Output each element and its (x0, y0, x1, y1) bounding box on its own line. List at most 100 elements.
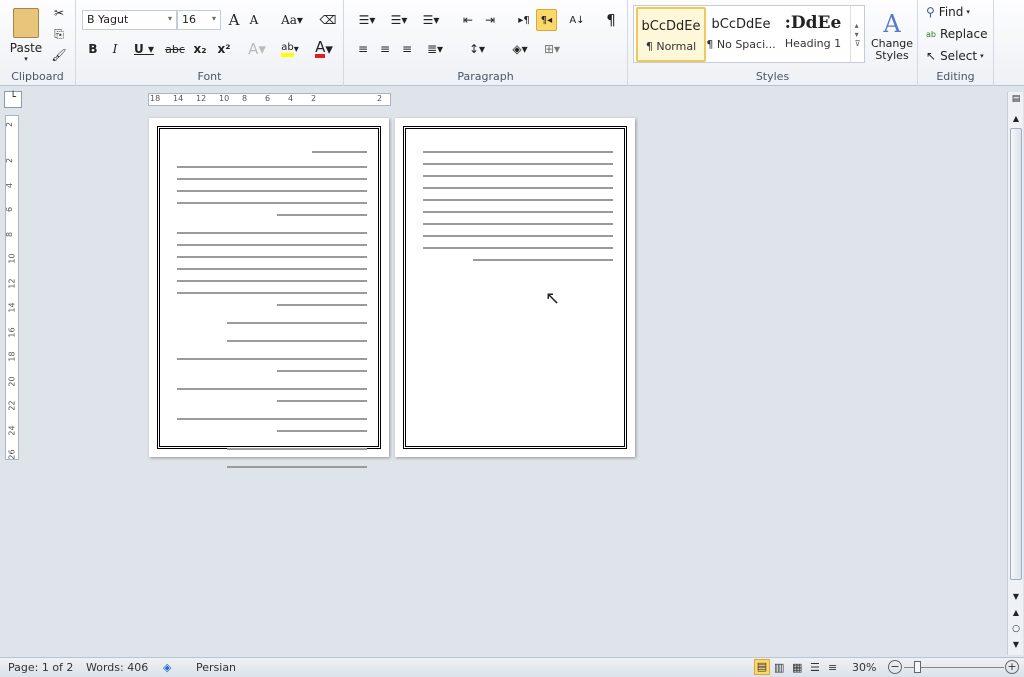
ruler-tick: 4 (5, 182, 15, 188)
ruler-tick: 16 (7, 326, 17, 338)
text-line (227, 466, 367, 468)
italic-icon[interactable]: I (106, 39, 124, 59)
find-button[interactable]: ⚲ Find ▾ (926, 3, 970, 21)
zoom-slider-thumb[interactable] (913, 661, 921, 673)
text-line (423, 223, 613, 225)
styles-scroll[interactable]: ▴ ▾ ⊽ (850, 6, 864, 62)
superscript-icon[interactable]: x² (214, 39, 234, 59)
scroll-down-icon[interactable]: ▼ (1010, 592, 1022, 601)
horizontal-ruler[interactable]: 18 14 12 10 8 6 4 2 2 (148, 93, 391, 106)
word-count[interactable]: Words: 406 (86, 661, 148, 674)
align-center-icon[interactable]: ≡ (376, 39, 394, 59)
ltr-icon[interactable]: ▸¶ (514, 10, 534, 30)
font-size-combo[interactable]: 16 ▾ (177, 10, 221, 30)
clear-formatting-icon[interactable]: ⌫ (318, 10, 338, 30)
text-line (423, 151, 613, 153)
text-line (177, 292, 367, 294)
align-left-icon[interactable]: ≡ (354, 39, 372, 59)
text-line (423, 199, 613, 201)
ruler-tick: 10 (7, 253, 17, 264)
style-heading-1[interactable]: :DdEe Heading 1 (778, 7, 848, 62)
text-line (277, 370, 367, 372)
scroll-up-icon[interactable]: ▲ (1010, 114, 1022, 123)
text-line (177, 256, 367, 258)
tab-selector[interactable]: └ (4, 91, 22, 108)
previous-page-icon[interactable]: ▲ (1010, 608, 1022, 617)
ruler-tick: 6 (265, 94, 271, 103)
zoom-in-icon[interactable]: + (1005, 660, 1019, 674)
text-line (177, 388, 367, 390)
align-right-icon[interactable]: ≡ (398, 39, 416, 59)
document-page-2[interactable] (395, 118, 635, 457)
next-page-icon[interactable]: ▼ (1010, 640, 1022, 649)
multilevel-list-icon[interactable]: ☰▾ (418, 10, 444, 30)
ruler-tick: 8 (242, 94, 248, 103)
font-name-combo[interactable]: B Yagut ▾ (82, 10, 177, 30)
text-line (277, 214, 367, 216)
zoom-out-icon[interactable]: − (888, 660, 902, 674)
ruler-tick: 2 (377, 94, 383, 103)
style-normal[interactable]: bCcDdEe ¶ Normal (636, 7, 706, 62)
ruler-tick: 2 (5, 157, 15, 164)
text-effects-icon[interactable]: A▾ (244, 39, 270, 59)
borders-icon[interactable]: ⊞▾ (538, 39, 566, 59)
rtl-icon[interactable]: ¶◂ (536, 9, 557, 31)
outline-icon[interactable]: ☰ (810, 661, 820, 674)
change-styles-button[interactable]: A Change Styles (868, 4, 916, 68)
language[interactable]: Persian (196, 661, 236, 674)
document-page-1[interactable] (149, 118, 389, 468)
select-button[interactable]: ↖ Select ▾ (926, 47, 984, 65)
cut-icon[interactable]: ✂ (50, 4, 68, 22)
bullets-icon[interactable]: ☰▾ (354, 10, 380, 30)
shrink-font-icon[interactable]: A (246, 10, 262, 30)
zoom-level[interactable]: 30% (852, 661, 876, 674)
replace-button[interactable]: ab Replace (926, 25, 987, 43)
strikethrough-icon[interactable]: abc (164, 39, 186, 59)
full-screen-reading-icon[interactable]: ▥ (774, 661, 784, 674)
editing-label: Editing (936, 70, 975, 83)
browse-object-icon[interactable]: ○ (1010, 624, 1022, 634)
shading-icon[interactable]: ◈▾ (506, 39, 534, 59)
style-no-spacing[interactable]: bCcDdEe ¶ No Spaci... (706, 7, 776, 62)
text-line (473, 259, 613, 261)
grow-font-icon[interactable]: A (225, 10, 243, 30)
bold-icon[interactable]: B (84, 39, 102, 59)
line-spacing-icon[interactable]: ↕▾ (464, 39, 490, 59)
print-layout-icon[interactable]: ▤ (754, 659, 770, 675)
underline-icon[interactable]: U ▾ (130, 39, 158, 59)
text-line (423, 235, 613, 237)
paste-button[interactable]: Paste ▾ (8, 4, 44, 66)
proofing-icon[interactable]: ◈ (163, 661, 171, 674)
vertical-scrollbar[interactable]: ▤ ▲ ▼ ▲ ○ ▼ (1007, 92, 1023, 655)
copy-icon[interactable]: ⎘ (50, 25, 68, 43)
show-formatting-icon[interactable]: ¶ (602, 10, 620, 30)
ruler-tick: 10 (219, 94, 230, 103)
paste-icon (13, 7, 39, 38)
change-case-icon[interactable]: Aa▾ (279, 10, 305, 30)
ruler-tick: 14 (173, 94, 184, 103)
view-ruler-icon[interactable]: ▤ (1010, 94, 1022, 108)
scroll-thumb[interactable] (1010, 128, 1022, 580)
decrease-indent-icon[interactable]: ⇤ (458, 10, 478, 30)
ruler-tick: 26 (7, 449, 17, 460)
subscript-icon[interactable]: x₂ (190, 39, 210, 59)
text-line (227, 448, 367, 450)
clipboard-label: Clipboard (11, 70, 64, 83)
mouse-cursor-icon: ↖ (545, 288, 561, 309)
justify-icon[interactable]: ≣▾ (422, 39, 448, 59)
numbering-icon[interactable]: ☰▾ (386, 10, 412, 30)
text-line (227, 340, 367, 342)
vertical-ruler[interactable]: 2 2 4 6 8 10 12 14 16 18 20 22 24 26 (5, 115, 19, 460)
page-count[interactable]: Page: 1 of 2 (8, 661, 73, 674)
increase-indent-icon[interactable]: ⇥ (480, 10, 500, 30)
font-color-icon[interactable]: A ▾ (310, 39, 338, 59)
cursor-icon: ↖ (926, 49, 937, 63)
draft-icon[interactable]: ≡ (828, 661, 837, 674)
text-line (177, 202, 367, 204)
web-layout-icon[interactable]: ▦ (792, 661, 802, 674)
ruler-tick: 14 (7, 302, 17, 313)
highlight-icon[interactable]: ab ▾ (276, 39, 304, 59)
format-painter-icon[interactable]: 🖌 (50, 46, 68, 64)
text-line (177, 166, 367, 168)
sort-icon[interactable]: A↓ (567, 10, 587, 30)
